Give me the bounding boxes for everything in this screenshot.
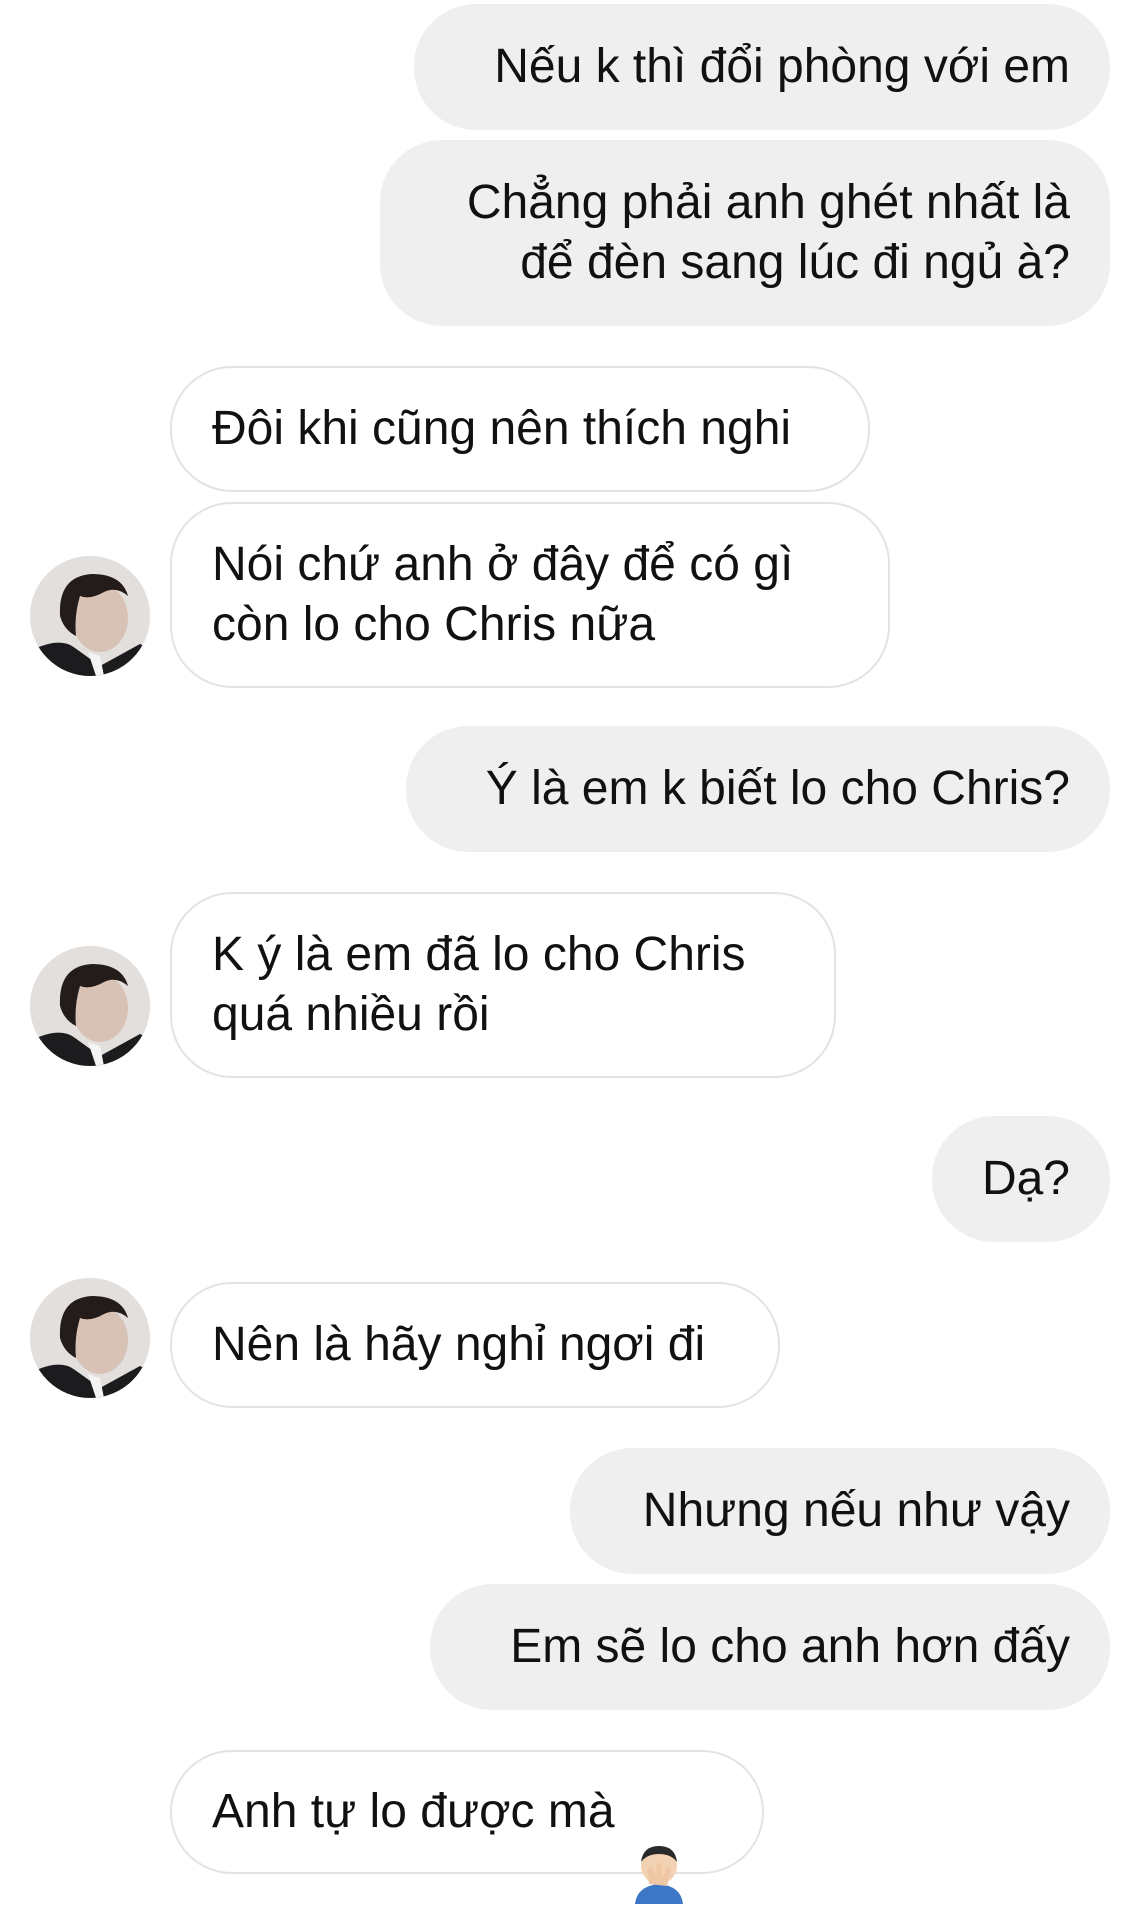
contact-avatar[interactable] bbox=[30, 1278, 150, 1398]
message-bubble-sent[interactable]: Dạ? bbox=[932, 1116, 1110, 1242]
message-bubble-received[interactable]: K ý là em đã lo cho Chris quá nhiều rồi bbox=[170, 892, 836, 1078]
message-text: Ý là em k biết lo cho Chris? bbox=[485, 762, 1070, 815]
contact-avatar[interactable] bbox=[30, 556, 150, 676]
message-bubble-received[interactable]: Nói chứ anh ở đây để có gì còn lo cho Ch… bbox=[170, 502, 890, 688]
message-text: Anh tự lo được mà bbox=[212, 1785, 615, 1838]
message-bubble-sent[interactable]: Nếu k thì đổi phòng với em bbox=[414, 4, 1110, 130]
message-text: K ý là em đã lo cho Chris quá nhiều rồi bbox=[212, 928, 746, 1041]
message-text: Nên là hãy nghỉ ngơi đi bbox=[212, 1318, 706, 1371]
message-bubble-received[interactable]: Đôi khi cũng nên thích nghi bbox=[170, 366, 870, 492]
message-text: Nói chứ anh ở đây để có gì còn lo cho Ch… bbox=[212, 538, 794, 651]
avatar-portrait-icon bbox=[30, 556, 150, 676]
avatar-portrait-icon bbox=[30, 946, 150, 1066]
man-facepalming-emoji-icon bbox=[627, 1780, 691, 1904]
message-bubble-sent[interactable]: Nhưng nếu như vậy bbox=[570, 1448, 1110, 1574]
message-bubble-received[interactable]: Nên là hãy nghỉ ngơi đi bbox=[170, 1282, 780, 1408]
message-text: Nếu k thì đổi phòng với em bbox=[494, 40, 1070, 93]
message-bubble-received[interactable]: Anh tự lo được mà bbox=[170, 1750, 764, 1904]
contact-avatar[interactable] bbox=[30, 946, 150, 1066]
message-text: Em sẽ lo cho anh hơn đấy bbox=[510, 1620, 1070, 1673]
avatar-portrait-icon bbox=[30, 1278, 150, 1398]
message-text: Dạ? bbox=[981, 1152, 1070, 1205]
message-bubble-sent[interactable]: Chẳng phải anh ghét nhất là để đèn sang … bbox=[380, 140, 1110, 326]
message-text: Chẳng phải anh ghét nhất là để đèn sang … bbox=[466, 176, 1070, 289]
message-text: Đôi khi cũng nên thích nghi bbox=[212, 402, 792, 455]
message-bubble-sent[interactable]: Ý là em k biết lo cho Chris? bbox=[406, 726, 1110, 852]
chat-thread: Nếu k thì đổi phòng với em Chẳng phải an… bbox=[0, 0, 1125, 1904]
message-text: Nhưng nếu như vậy bbox=[642, 1484, 1070, 1537]
message-bubble-sent[interactable]: Em sẽ lo cho anh hơn đấy bbox=[430, 1584, 1110, 1710]
